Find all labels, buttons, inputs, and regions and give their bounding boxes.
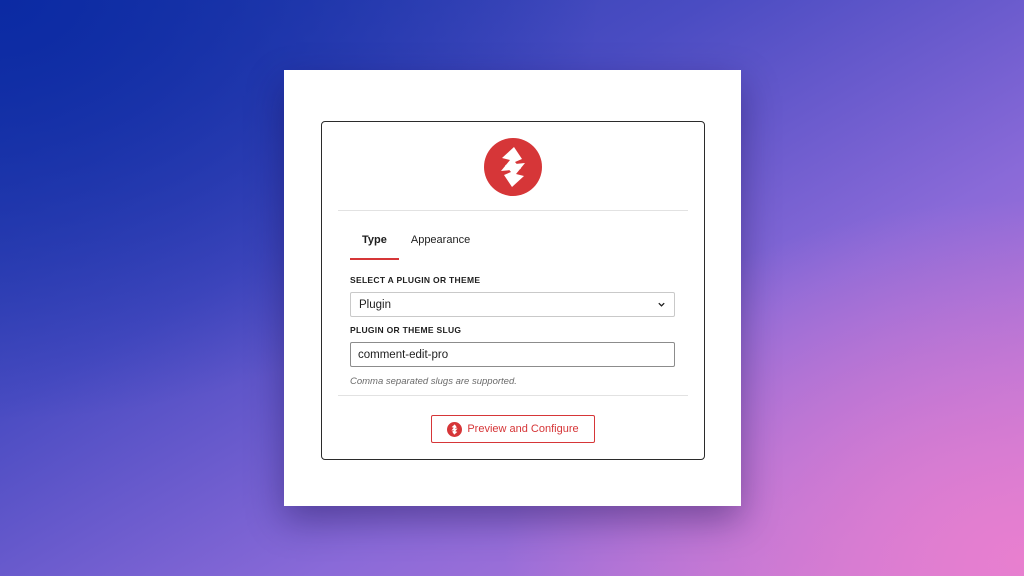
preview-configure-label: Preview and Configure [467, 423, 579, 435]
tab-appearance[interactable]: Appearance [399, 226, 482, 260]
select-plugin-theme-label: SELECT A PLUGIN OR THEME [350, 275, 481, 285]
lightning-bolt-icon [447, 421, 463, 437]
slug-help-text: Comma separated slugs are supported. [350, 376, 517, 387]
modal-panel: Type Appearance SELECT A PLUGIN OR THEME… [284, 70, 741, 506]
footer-divider [338, 395, 688, 396]
tab-bar: Type Appearance [350, 226, 482, 260]
chevron-down-icon [658, 302, 665, 307]
plugin-theme-select[interactable]: Plugin [350, 292, 675, 317]
select-value: Plugin [359, 298, 391, 311]
lightning-bolt-logo-icon [484, 138, 542, 196]
slug-label: PLUGIN OR THEME SLUG [350, 325, 462, 335]
tab-type[interactable]: Type [350, 226, 399, 260]
preview-configure-button[interactable]: Preview and Configure [431, 415, 595, 443]
config-card: Type Appearance SELECT A PLUGIN OR THEME… [321, 121, 705, 460]
logo-container [322, 138, 704, 196]
slug-input[interactable] [350, 342, 675, 367]
header-divider [338, 210, 688, 211]
